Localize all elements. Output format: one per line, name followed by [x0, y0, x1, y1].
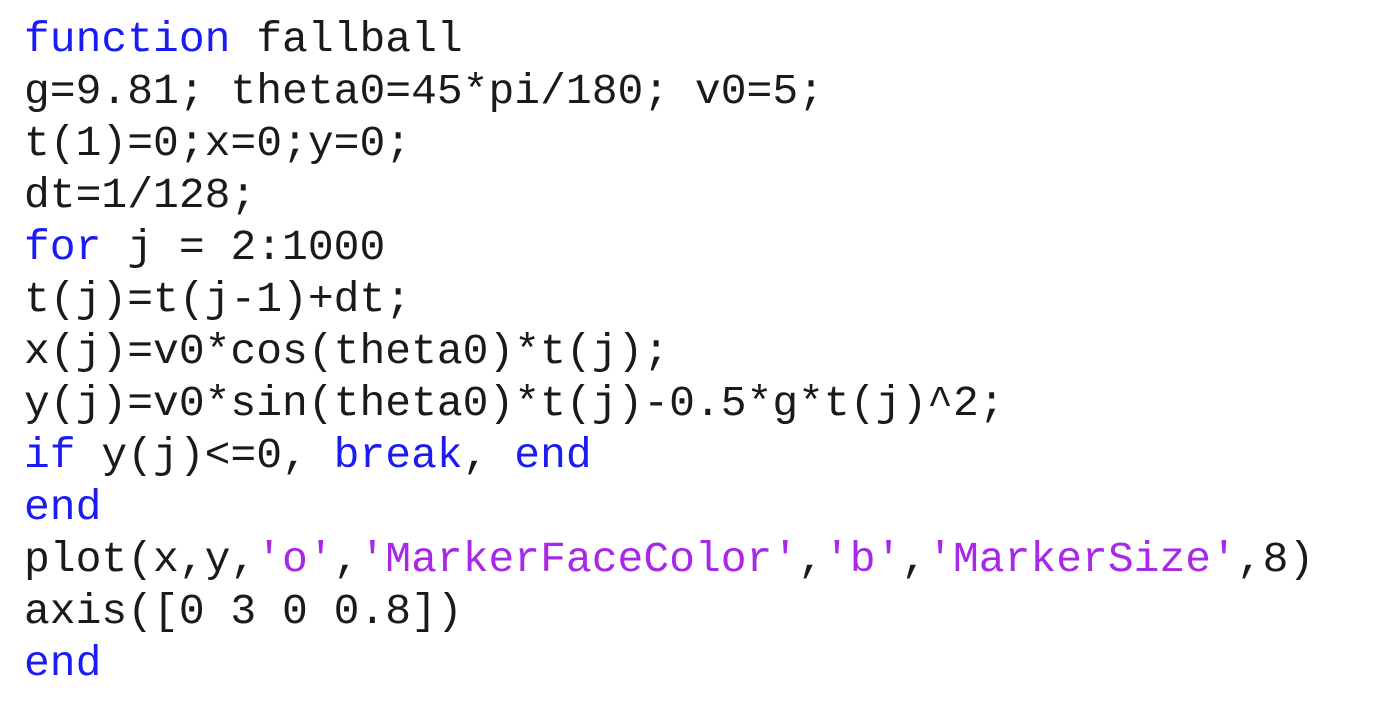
string-token: 'MarkerFaceColor': [359, 535, 799, 584]
code-token: axis([0 3 0 0.8]): [24, 587, 463, 636]
keyword-token: function: [24, 15, 231, 64]
code-token: ,: [798, 535, 824, 584]
keyword-token: if: [24, 431, 76, 480]
code-line: end: [24, 638, 1314, 690]
code-token: j = 2:1000: [101, 223, 386, 272]
code-token: ,: [901, 535, 928, 584]
keyword-token: end: [24, 483, 102, 532]
code-line: axis([0 3 0 0.8]): [24, 586, 1314, 638]
keyword-token: end: [24, 639, 102, 688]
code-token: ,: [333, 535, 360, 584]
code-token: g=9.81; theta0=45*pi/180; v0=5;: [24, 67, 824, 116]
code-token: t(1)=0;x=0;y=0;: [24, 119, 412, 168]
code-token: y(j)<=0,: [75, 431, 334, 480]
code-line: t(1)=0;x=0;y=0;: [24, 118, 1314, 170]
code-line: dt=1/128;: [24, 170, 1314, 222]
code-token: ,: [462, 431, 515, 480]
code-line: y(j)=v0*sin(theta0)*t(j)-0.5*g*t(j)^2;: [24, 378, 1314, 430]
code-line: function fallball: [24, 14, 1314, 66]
code-token: x(j)=v0*cos(theta0)*t(j);: [24, 327, 670, 376]
code-listing: function fallball g=9.81; theta0=45*pi/18…: [24, 14, 1314, 690]
code-line: if y(j)<=0, break, end: [24, 430, 1314, 482]
keyword-token: break: [333, 431, 463, 480]
code-token: dt=1/128;: [24, 171, 257, 220]
code-token: fallball: [230, 15, 463, 64]
string-token: 'o': [256, 535, 334, 584]
code-line: for j = 2:1000: [24, 222, 1314, 274]
keyword-token: for: [24, 223, 102, 272]
string-token: 'b': [823, 535, 902, 584]
code-token: y(j)=v0*sin(theta0)*t(j)-0.5*g*t(j)^2;: [24, 379, 1005, 428]
string-token: 'MarkerSize': [927, 535, 1237, 584]
code-line: g=9.81; theta0=45*pi/180; v0=5;: [24, 66, 1314, 118]
code-line: t(j)=t(j-1)+dt;: [24, 274, 1314, 326]
code-token: plot(x,y,: [24, 535, 257, 584]
code-line: plot(x,y,'o','MarkerFaceColor','b','Mark…: [24, 534, 1314, 586]
keyword-token: end: [514, 431, 592, 480]
code-line: x(j)=v0*cos(theta0)*t(j);: [24, 326, 1314, 378]
code-token: ,8): [1236, 535, 1315, 584]
code-line: end: [24, 482, 1314, 534]
code-token: t(j)=t(j-1)+dt;: [24, 275, 412, 324]
